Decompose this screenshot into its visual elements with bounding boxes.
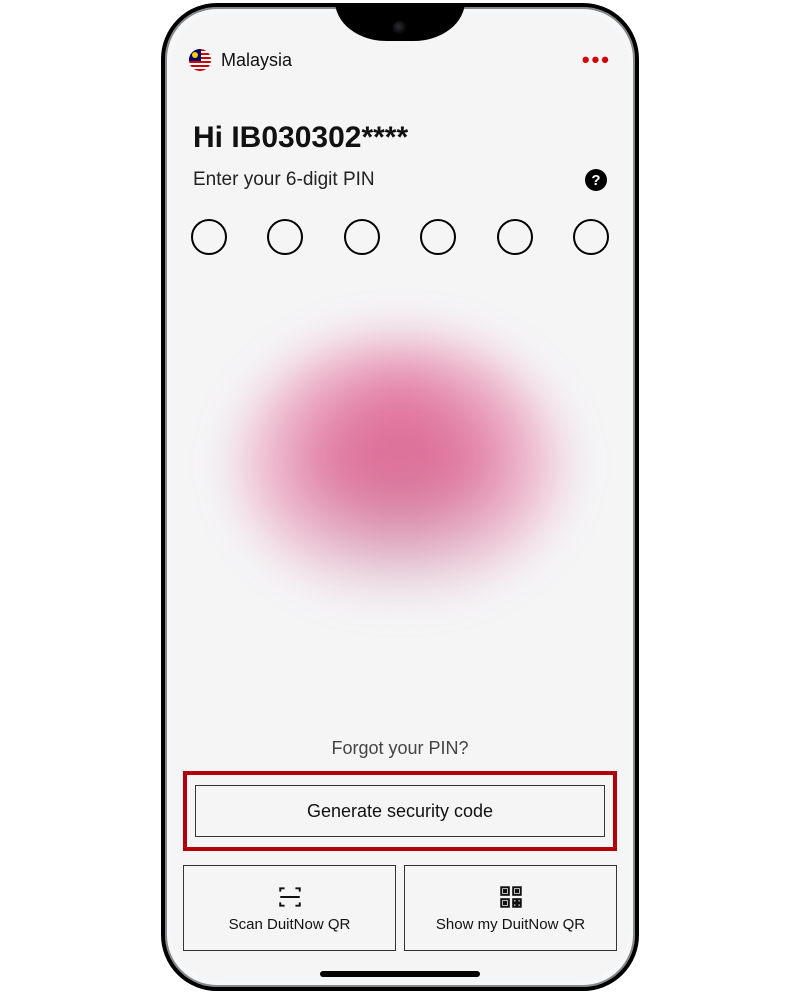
pin-dot (497, 219, 533, 255)
more-options-button[interactable]: ••• (582, 47, 611, 73)
pin-dot (420, 219, 456, 255)
phone-camera (393, 21, 407, 35)
pin-dot (267, 219, 303, 255)
pin-prompt-label: Enter your 6-digit PIN (193, 169, 375, 191)
greeting-block: Hi IB030302**** (171, 73, 629, 155)
scan-duitnow-qr-button[interactable]: Scan DuitNow QR (183, 865, 396, 951)
show-duitnow-qr-button[interactable]: Show my DuitNow QR (404, 865, 617, 951)
app-screen: Malaysia ••• Hi IB030302**** Enter your … (171, 13, 629, 981)
promo-area (171, 285, 629, 732)
scan-qr-label: Scan DuitNow QR (229, 916, 351, 933)
generate-security-code-button[interactable]: Generate security code (195, 785, 605, 837)
pin-dot (573, 219, 609, 255)
scan-qr-icon (277, 884, 303, 910)
forgot-pin-link[interactable]: Forgot your PIN? (171, 732, 629, 771)
pin-dot (191, 219, 227, 255)
home-indicator[interactable] (320, 971, 480, 977)
tutorial-highlight: Generate security code (183, 771, 617, 851)
show-qr-label: Show my DuitNow QR (436, 916, 585, 933)
blurred-graphic (235, 334, 565, 594)
pin-input[interactable] (171, 191, 629, 255)
pin-prompt-row: Enter your 6-digit PIN ? (171, 155, 629, 191)
malaysia-flag-icon (189, 49, 211, 71)
qr-actions-row: Scan DuitNow QR Show (171, 861, 629, 981)
help-icon[interactable]: ? (585, 169, 607, 191)
greeting-text: Hi IB030302**** (193, 121, 607, 155)
pin-dot (344, 219, 380, 255)
qr-code-icon (498, 884, 524, 910)
country-label: Malaysia (221, 50, 292, 71)
country-selector[interactable]: Malaysia (189, 49, 292, 71)
phone-frame: Malaysia ••• Hi IB030302**** Enter your … (161, 3, 639, 991)
stage: Malaysia ••• Hi IB030302**** Enter your … (0, 0, 800, 994)
